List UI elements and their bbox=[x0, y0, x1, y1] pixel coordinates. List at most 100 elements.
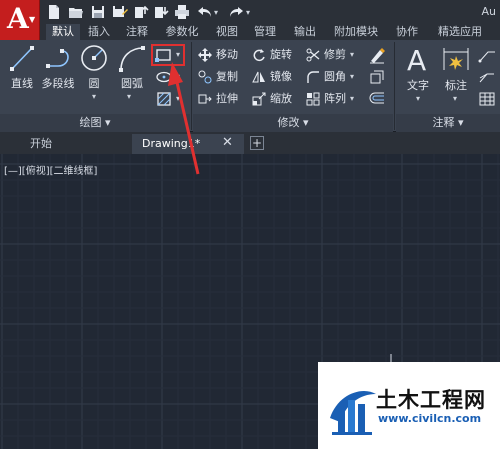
arc-dropdown-icon[interactable]: ▾ bbox=[127, 92, 131, 101]
tab-manage[interactable]: 管理 bbox=[250, 24, 280, 40]
annotation-panel-footer[interactable]: 注释 ▾ bbox=[396, 114, 500, 132]
hatch-icon bbox=[157, 92, 171, 106]
tab-home[interactable]: 默认 bbox=[46, 24, 80, 40]
ellipse-dropdown-icon[interactable]: ▾ bbox=[176, 72, 180, 81]
open-icon[interactable] bbox=[68, 4, 84, 20]
table-button[interactable] bbox=[478, 90, 496, 108]
rectangle-button[interactable] bbox=[155, 46, 173, 64]
app-title: Au bbox=[481, 5, 497, 18]
save-icon[interactable] bbox=[90, 4, 106, 20]
file-tab-bar: 开始 Drawing1* ✕ + bbox=[0, 132, 500, 154]
redo-dropdown-icon[interactable]: ▾ bbox=[246, 8, 250, 17]
title-bar: ▾ ▾ Au bbox=[0, 0, 500, 24]
scale-label: 缩放 bbox=[270, 92, 292, 105]
tab-annotate[interactable]: 注释 bbox=[122, 24, 152, 40]
polyline-button[interactable]: 多段线 bbox=[40, 44, 76, 91]
array-icon bbox=[306, 92, 320, 106]
array-dropdown-icon[interactable]: ▾ bbox=[350, 94, 354, 103]
new-icon[interactable] bbox=[46, 4, 62, 20]
fillet-label: 圆角 bbox=[324, 70, 346, 83]
offset-button[interactable] bbox=[368, 90, 386, 108]
annotation-panel-label: 注释 bbox=[432, 116, 455, 129]
explode-button[interactable] bbox=[368, 68, 386, 86]
upload-icon[interactable] bbox=[133, 4, 149, 20]
polyline-icon bbox=[46, 49, 69, 68]
save-as-icon[interactable] bbox=[112, 4, 128, 20]
ribbon-tab-bar: 默认 插入 注释 参数化 视图 管理 输出 附加模块 协作 精选应用 bbox=[40, 24, 500, 40]
panel-divider bbox=[394, 42, 395, 130]
circle-dropdown-icon[interactable]: ▾ bbox=[92, 92, 96, 101]
ribbon: 直线 多段线 圆 ▾ 圆弧 ▾ ▾ ▾ ▾ 绘图 ▾ 移动 旋转 修剪 ▾ 复制… bbox=[0, 40, 500, 132]
download-icon[interactable] bbox=[153, 4, 169, 20]
tab-insert[interactable]: 插入 bbox=[84, 24, 114, 40]
arc-label: 圆弧 bbox=[121, 77, 143, 90]
arc-icon bbox=[119, 46, 145, 72]
tab-collaborate[interactable]: 协作 bbox=[392, 24, 422, 40]
polyline-label: 多段线 bbox=[41, 77, 75, 90]
dimension-button[interactable]: 标注 bbox=[438, 44, 474, 93]
leader-button[interactable] bbox=[478, 46, 496, 64]
text-button[interactable]: A 文字 bbox=[400, 44, 436, 93]
close-icon[interactable]: ✕ bbox=[222, 135, 233, 150]
trim-label: 修剪 bbox=[324, 48, 346, 61]
hatch-dropdown-icon[interactable]: ▾ bbox=[176, 94, 180, 103]
dimension-dropdown-icon[interactable]: ▾ bbox=[453, 94, 457, 103]
explode-icon bbox=[370, 70, 384, 84]
tab-featured-apps[interactable]: 精选应用 bbox=[430, 24, 490, 40]
print-icon[interactable] bbox=[174, 4, 190, 20]
tab-addins[interactable]: 附加模块 bbox=[328, 24, 384, 40]
ellipse-icon bbox=[156, 71, 172, 83]
array-label: 阵列 bbox=[324, 92, 346, 105]
fillet-dropdown-icon[interactable]: ▾ bbox=[350, 72, 354, 81]
trim-dropdown-icon[interactable]: ▾ bbox=[350, 50, 354, 59]
leader-icon bbox=[478, 51, 495, 63]
leader-dropdown-button[interactable] bbox=[478, 68, 496, 86]
line-button[interactable]: 直线 bbox=[4, 44, 40, 91]
viewport-controls[interactable]: [—][俯视][二维线框] bbox=[4, 162, 97, 177]
arc-button[interactable]: 圆弧 bbox=[112, 44, 152, 91]
circle-icon bbox=[81, 45, 107, 71]
rotate-label: 旋转 bbox=[270, 48, 292, 61]
watermark-title: 土木工程网 bbox=[376, 388, 486, 412]
line-icon bbox=[10, 46, 34, 71]
move-label: 移动 bbox=[216, 48, 238, 61]
add-tab-button[interactable]: + bbox=[250, 136, 264, 150]
offset-icon bbox=[369, 92, 384, 104]
tab-output[interactable]: 输出 bbox=[290, 24, 320, 40]
undo-dropdown-icon[interactable]: ▾ bbox=[214, 8, 218, 17]
fillet-icon bbox=[307, 71, 319, 83]
stretch-icon bbox=[198, 94, 212, 104]
panel-divider bbox=[191, 42, 192, 130]
eraser-icon bbox=[370, 48, 385, 64]
rectangle-dropdown-icon[interactable]: ▾ bbox=[176, 50, 180, 59]
redo-icon[interactable] bbox=[228, 4, 244, 20]
copy-label: 复制 bbox=[216, 70, 238, 83]
draw-panel-footer[interactable]: 绘图 ▾ bbox=[0, 114, 190, 132]
tab-start[interactable]: 开始 bbox=[4, 134, 130, 154]
civilcn-logo-icon bbox=[330, 391, 376, 435]
ellipse-button[interactable] bbox=[155, 68, 173, 86]
stretch-label: 拉伸 bbox=[216, 92, 238, 105]
tab-parametric[interactable]: 参数化 bbox=[160, 24, 204, 40]
move-icon bbox=[198, 48, 212, 62]
text-dropdown-icon[interactable]: ▾ bbox=[416, 94, 420, 103]
multileader-icon bbox=[479, 73, 494, 83]
watermark-url: www.civilcn.com bbox=[378, 412, 482, 425]
autocad-logo-icon: A bbox=[7, 2, 29, 35]
rectangle-icon bbox=[155, 49, 171, 62]
dimension-icon bbox=[443, 48, 469, 70]
rotate-icon bbox=[253, 49, 265, 62]
circle-label: 圆 bbox=[88, 77, 100, 90]
circle-button[interactable]: 圆 bbox=[78, 44, 110, 91]
watermark-logo: 土木工程网 www.civilcn.com bbox=[318, 362, 500, 449]
erase-button[interactable] bbox=[368, 46, 386, 64]
application-menu-button[interactable]: A ▼ bbox=[0, 0, 40, 40]
hatch-button[interactable] bbox=[155, 90, 173, 108]
tab-view[interactable]: 视图 bbox=[212, 24, 242, 40]
table-icon bbox=[479, 92, 495, 106]
mirror-icon bbox=[252, 71, 265, 83]
scale-icon bbox=[252, 92, 266, 106]
scissors-icon bbox=[306, 48, 320, 62]
modify-panel-footer[interactable]: 修改 ▾ bbox=[193, 114, 393, 132]
undo-icon[interactable] bbox=[197, 4, 213, 20]
